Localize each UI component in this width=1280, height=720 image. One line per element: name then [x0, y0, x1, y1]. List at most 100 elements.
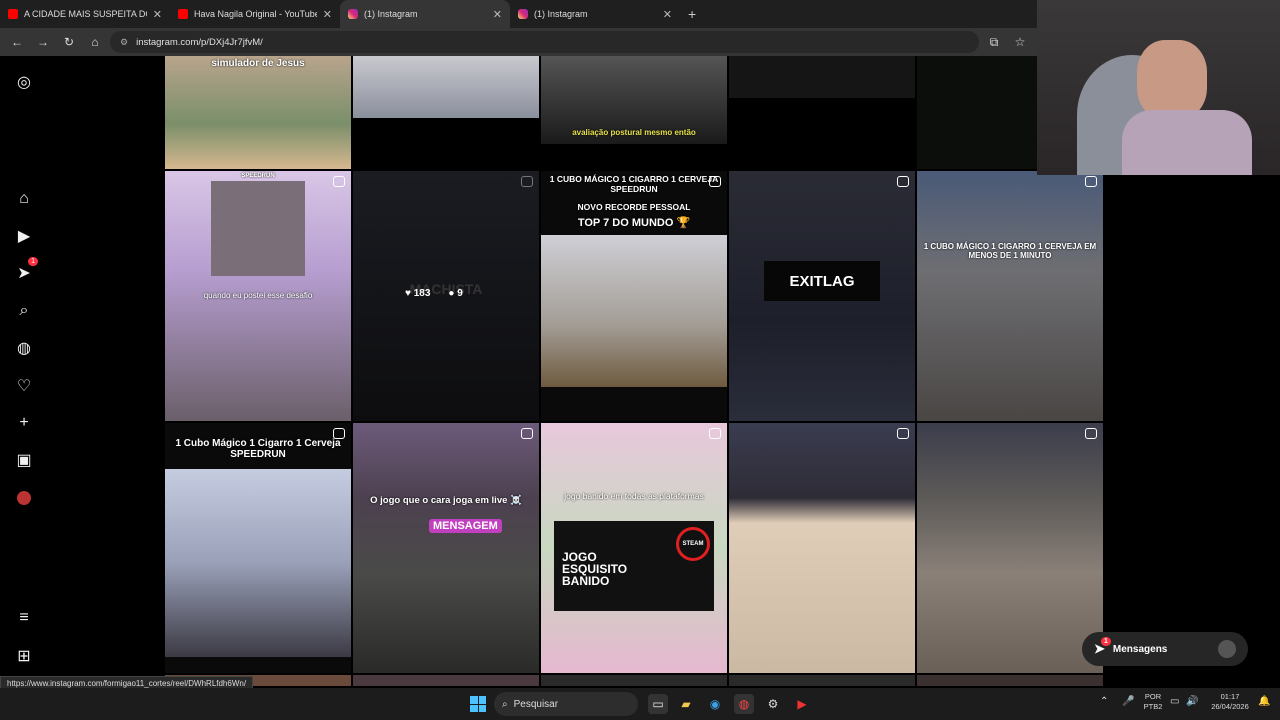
messages-icon: ➤ 1 [1094, 637, 1111, 657]
instagram-logo-icon[interactable]: ◎ [14, 72, 34, 92]
close-icon[interactable]: ✕ [663, 8, 672, 21]
windows-start-icon[interactable] [470, 696, 486, 712]
explore-icon[interactable]: ◍ [14, 338, 34, 358]
home-icon[interactable]: ⌂ [14, 189, 34, 209]
site-info-icon[interactable]: ⚙ [120, 37, 128, 48]
post-thumbnail[interactable] [353, 675, 539, 686]
edge-icon[interactable]: ◉ [705, 694, 725, 714]
home-button[interactable]: ⌂ [84, 31, 106, 53]
post-thumbnail[interactable] [729, 675, 915, 686]
youtube-icon [8, 9, 18, 19]
url-field[interactable]: ⚙ instagram.com/p/DXj4Jr7jfvM/ [110, 31, 979, 53]
notification-badge: 1 [28, 257, 38, 266]
likes-count: ♥ 183 [405, 288, 431, 299]
windows-taskbar [0, 688, 1280, 720]
instagram-sidebar: ◎ ⌂ ▶ ➤ 1 ⌕ ◍ ♡ + ▣ ≡ ⊞ [0, 56, 48, 676]
tray-chevron-icon[interactable]: ⌃ [1100, 697, 1108, 707]
clock[interactable]: 01:17 26/04/2026 [1206, 692, 1254, 712]
post-thumbnail[interactable] [917, 423, 1103, 673]
search-icon[interactable]: ⌕ [14, 301, 34, 321]
youtube-icon [178, 9, 188, 19]
file-explorer-icon[interactable]: ▰ [676, 694, 696, 714]
reload-button[interactable]: ↻ [58, 31, 80, 53]
profile-posts-grid: simulador de Jesus avaliação postural me… [165, 56, 1105, 686]
reel-icon [521, 176, 533, 187]
youtube-icon[interactable]: ▶ [792, 694, 812, 714]
search-icon: ⌕ [502, 698, 508, 710]
profile-avatar[interactable] [14, 488, 34, 508]
post-thumbnail[interactable]: 1 Cubo Mágico 1 Cigarro 1 Cerveja SPEEDR… [165, 423, 351, 673]
close-icon[interactable]: ✕ [323, 8, 332, 21]
post-thumbnail[interactable] [729, 423, 915, 673]
webcam-overlay [1037, 0, 1280, 175]
avatar [1218, 640, 1236, 658]
task-view-icon[interactable]: ▭ [648, 694, 668, 714]
close-icon[interactable]: ✕ [493, 8, 502, 21]
page-background [1105, 175, 1280, 685]
reel-icon [709, 428, 721, 439]
new-tab-button[interactable]: + [680, 6, 704, 22]
post-thumbnail[interactable]: 1 CUBO MÁGICO 1 CIGARRO 1 CERVEJA SPEEDR… [541, 171, 727, 421]
person-shirt [1122, 110, 1252, 175]
network-icon[interactable]: ▭ [1170, 697, 1179, 707]
chrome-icon[interactable]: ◍ [734, 694, 754, 714]
exitlag-logo: EXITLAG [764, 261, 880, 301]
video-frame [165, 469, 351, 657]
messages-icon[interactable]: ➤ 1 [14, 257, 38, 283]
reel-icon [333, 428, 345, 439]
post-thumbnail[interactable]: jogo banido em todas as plataformas JOGO… [541, 423, 727, 673]
post-thumbnail[interactable]: 1 CUBO MÁGICO 1 CIGARRO 1 CERVEJA EM MEN… [917, 171, 1103, 421]
forward-button[interactable]: → [32, 31, 54, 53]
post-thumbnail[interactable]: simulador de Jesus [165, 56, 351, 169]
tab-youtube-2[interactable]: Hava Nagila Original - YouTube ✕ [170, 0, 340, 28]
person-face [1137, 40, 1207, 120]
video-inset [211, 181, 305, 276]
notifications-heart-icon[interactable]: ♡ [14, 376, 34, 396]
game-image: JOGO ESQUISITO BANIDO STEAM [554, 521, 714, 611]
post-thumbnail[interactable] [541, 675, 727, 686]
post-thumbnail[interactable] [353, 56, 539, 118]
volume-icon[interactable]: 🔊 [1186, 697, 1198, 707]
post-thumbnail[interactable]: EXITLAG [729, 171, 915, 421]
tab-bar: A CIDADE MAIS SUSPEITA DO ...✕ Hava Nagi… [0, 0, 1037, 28]
tab-youtube-1[interactable]: A CIDADE MAIS SUSPEITA DO ...✕ [0, 0, 170, 28]
tab-instagram-2[interactable]: (1) Instagram ✕ [510, 0, 680, 28]
taskbar-search[interactable]: ⌕ Pesquisar [494, 692, 638, 716]
also-from-meta-icon[interactable]: ⊞ [14, 646, 34, 666]
heart-icon: ♥ [405, 288, 411, 299]
instagram-icon [518, 9, 528, 19]
reel-icon [1085, 176, 1097, 187]
more-menu-icon[interactable]: ≡ [14, 608, 34, 628]
reel-icon [1085, 428, 1097, 439]
comments-count: ● 9 [448, 288, 463, 299]
reel-icon [333, 176, 345, 187]
close-icon[interactable]: ✕ [153, 8, 162, 21]
language-indicator[interactable]: POR PTB2 [1142, 692, 1164, 712]
bookmark-star-icon[interactable]: ☆ [1009, 31, 1031, 53]
reel-icon [897, 176, 909, 187]
address-bar: ← → ↻ ⌂ ⚙ instagram.com/p/DXj4Jr7jfvM/ ⧉… [0, 28, 1037, 56]
post-thumbnail[interactable] [729, 56, 915, 98]
notification-bell-icon[interactable]: 🔔 [1258, 697, 1270, 707]
post-thumbnail[interactable]: avaliação postural mesmo então [541, 56, 727, 144]
dashboard-icon[interactable]: ▣ [14, 450, 34, 470]
instagram-icon [348, 9, 358, 19]
microphone-icon[interactable]: 🎤 [1122, 697, 1134, 707]
tab-instagram-1[interactable]: (1) Instagram ✕ [340, 0, 510, 28]
app-icon[interactable]: ⚙ [763, 694, 783, 714]
reel-icon [709, 176, 721, 187]
reel-icon [521, 428, 533, 439]
reel-icon [897, 428, 909, 439]
post-thumbnail[interactable] [917, 675, 1103, 686]
messages-button[interactable]: ➤ 1 Mensagens [1082, 632, 1248, 666]
post-thumbnail[interactable]: O jogo que o cara joga em live ☠️ MENSAG… [353, 423, 539, 673]
hover-stats: ♥ 183 ● 9 [405, 288, 463, 299]
create-icon[interactable]: + [14, 413, 34, 433]
back-button[interactable]: ← [6, 31, 28, 53]
post-thumbnail-hovered[interactable]: MACHISTA ♥ 183 ● 9 [353, 171, 539, 421]
install-app-icon[interactable]: ⧉ [983, 31, 1005, 53]
reels-icon[interactable]: ▶ [14, 226, 34, 246]
post-thumbnail[interactable]: SPEEDRUN quando eu postei esse desafio [165, 171, 351, 421]
comment-icon: ● [448, 288, 455, 299]
video-frame [541, 235, 727, 387]
